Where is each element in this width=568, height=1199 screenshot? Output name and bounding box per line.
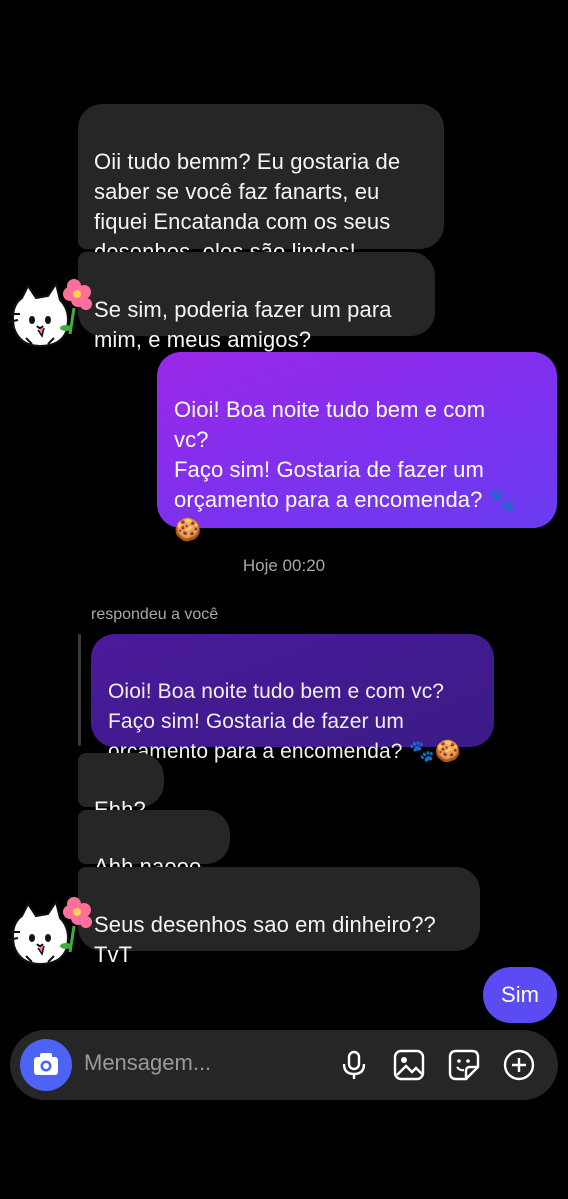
- message-text: Sim: [501, 982, 539, 1007]
- message-composer: Mensagem...: [10, 1030, 558, 1100]
- sender-avatar[interactable]: [4, 278, 94, 358]
- gallery-button[interactable]: [391, 1047, 427, 1083]
- sticker-icon: [448, 1049, 480, 1081]
- sender-avatar[interactable]: [4, 896, 94, 976]
- sticker-button[interactable]: [446, 1047, 482, 1083]
- microphone-button[interactable]: [336, 1047, 372, 1083]
- timestamp-divider: Hoje 00:20: [242, 556, 326, 575]
- reply-label: respondeu a você: [91, 606, 219, 623]
- message-text: Seus desenhos sao em dinheiro?? TvT: [94, 912, 436, 967]
- incoming-message-bubble[interactable]: Oii tudo bemm? Eu gostaria de saber se v…: [78, 104, 444, 264]
- message-text: Se sim, poderia fazer um para mim, e meu…: [94, 297, 392, 352]
- quoted-message-bubble[interactable]: Oioi! Boa noite tudo bem e com vc? Faço …: [91, 634, 494, 763]
- incoming-message-bubble[interactable]: Se sim, poderia fazer um para mim, e meu…: [78, 252, 435, 352]
- message-text: Oii tudo bemm? Eu gostaria de saber se v…: [94, 149, 401, 264]
- outgoing-message-bubble[interactable]: Sim: [483, 967, 557, 1023]
- plus-icon: [503, 1049, 535, 1081]
- message-input[interactable]: Mensagem...: [84, 1050, 211, 1076]
- incoming-message-bubble[interactable]: Ehh?: [78, 753, 164, 822]
- reply-indicator-bar: [78, 634, 81, 746]
- more-options-button[interactable]: [501, 1047, 537, 1083]
- quoted-text: Oioi! Boa noite tudo bem e com vc? Faço …: [108, 680, 461, 763]
- incoming-message-bubble[interactable]: Seus desenhos sao em dinheiro?? TvT: [78, 867, 480, 967]
- outgoing-message-bubble[interactable]: Oioi! Boa noite tudo bem e com vc? Faço …: [157, 352, 557, 542]
- microphone-icon: [342, 1050, 366, 1079]
- camera-button[interactable]: [20, 1039, 72, 1091]
- cat-sticker-icon: [7, 897, 92, 966]
- incoming-message-bubble[interactable]: Ahh naooo: [78, 810, 230, 879]
- cat-sticker-icon: [7, 279, 92, 348]
- camera-icon: [34, 1053, 58, 1075]
- gallery-icon: [393, 1049, 425, 1081]
- message-text: Oioi! Boa noite tudo bem e com vc? Faço …: [174, 397, 517, 542]
